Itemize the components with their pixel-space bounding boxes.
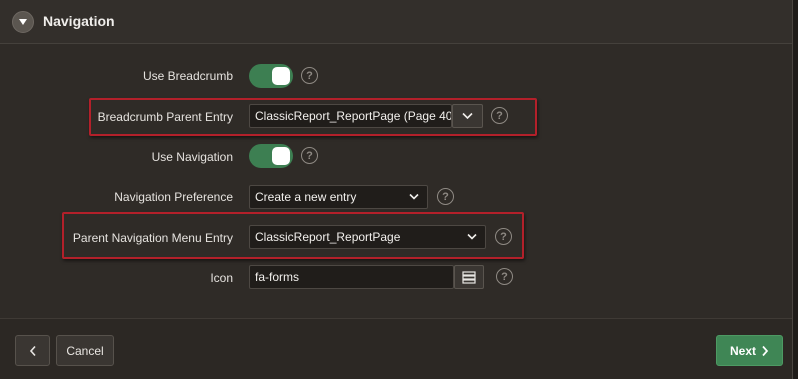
cancel-button[interactable]: Cancel (56, 335, 114, 366)
parent-navigation-menu-entry-value: ClassicReport_ReportPage (255, 230, 401, 244)
section-title: Navigation (43, 13, 115, 29)
icon-help-icon[interactable]: ? (496, 268, 513, 285)
use-breadcrumb-help-icon[interactable]: ? (301, 67, 318, 84)
use-breadcrumb-toggle[interactable] (249, 64, 293, 88)
parent-navigation-menu-entry-select[interactable]: ClassicReport_ReportPage (249, 225, 486, 249)
parent-navigation-menu-entry-label: Parent Navigation Menu Entry (72, 231, 233, 245)
parent-navigation-help-icon[interactable]: ? (495, 228, 512, 245)
breadcrumb-parent-entry-label: Breadcrumb Parent Entry (97, 110, 233, 124)
chevron-down-icon (409, 193, 419, 200)
next-button-label: Next (729, 343, 756, 358)
chevron-down-icon (467, 233, 477, 240)
wizard-footer (0, 318, 792, 379)
breadcrumb-parent-entry-value: ClassicReport_ReportPage (Page 40 (255, 109, 452, 123)
toggle-knob (272, 147, 290, 165)
breadcrumb-parent-entry-input[interactable]: ClassicReport_ReportPage (Page 40 (249, 104, 452, 128)
chevron-right-icon (762, 345, 769, 356)
breadcrumb-parent-help-icon[interactable]: ? (491, 107, 508, 124)
icon-label: Icon (210, 271, 233, 285)
section-header: Navigation (0, 0, 798, 44)
icon-value: fa-forms (255, 270, 300, 284)
navigation-preference-select[interactable]: Create a new entry (249, 185, 428, 209)
triangle-down-icon (19, 19, 27, 25)
chevron-down-icon (462, 112, 473, 120)
toggle-knob (272, 67, 290, 85)
navigation-preference-label: Navigation Preference (114, 190, 233, 204)
breadcrumb-parent-dropdown-button[interactable] (452, 104, 483, 128)
chevron-left-icon (29, 345, 36, 356)
cancel-button-label: Cancel (66, 343, 104, 358)
icon-input[interactable]: fa-forms (249, 265, 454, 289)
navigation-preference-value: Create a new entry (255, 190, 357, 204)
use-breadcrumb-label: Use Breadcrumb (142, 69, 233, 83)
scrollbar[interactable] (792, 0, 798, 379)
previous-button[interactable] (15, 335, 50, 366)
use-navigation-help-icon[interactable]: ? (301, 147, 318, 164)
icon-picker-button[interactable] (454, 265, 484, 289)
use-navigation-toggle[interactable] (249, 144, 293, 168)
list-icon (462, 270, 476, 284)
use-navigation-label: Use Navigation (151, 150, 233, 164)
collapse-button[interactable] (12, 11, 34, 33)
navigation-preference-help-icon[interactable]: ? (437, 188, 454, 205)
next-button[interactable]: Next (716, 335, 783, 366)
